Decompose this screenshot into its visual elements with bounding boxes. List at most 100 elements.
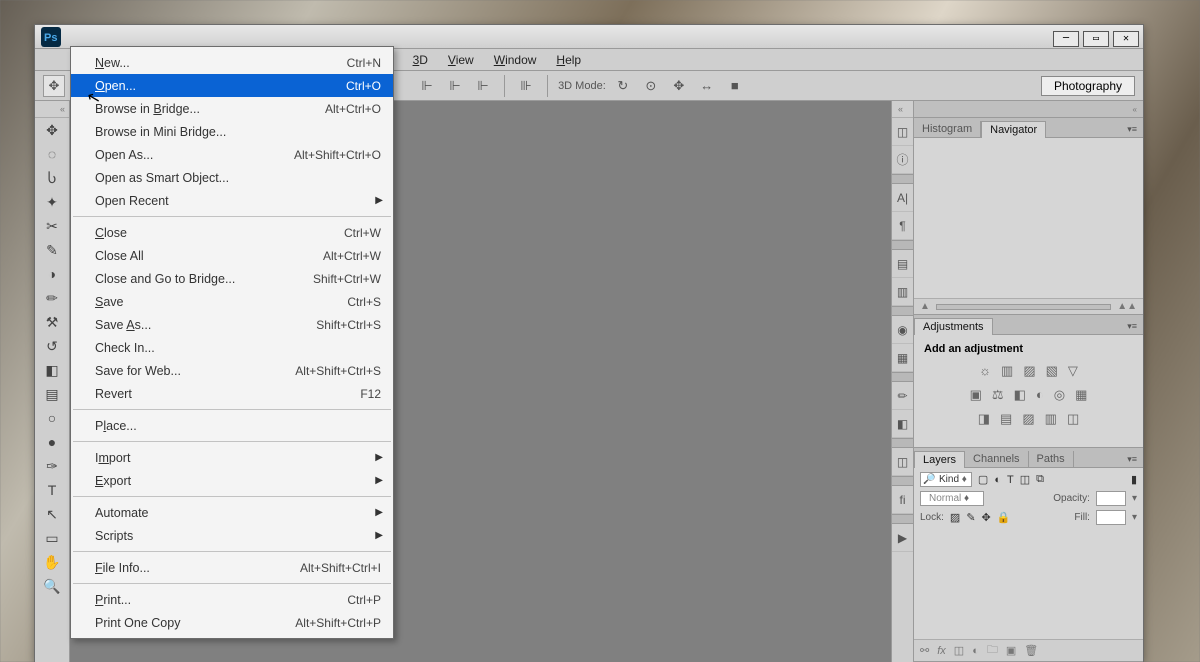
tab-layers[interactable]: Layers	[914, 451, 965, 468]
eyedropper-tool[interactable]: ✎	[35, 238, 69, 262]
file-menu-save[interactable]: SaveCtrl+S	[71, 290, 393, 313]
blur-tool[interactable]: ○	[35, 406, 69, 430]
strip-collapse-handle[interactable]: «	[892, 101, 913, 118]
file-menu-browse-in-mini-bridge[interactable]: Browse in Mini Bridge...	[71, 120, 393, 143]
layers-list[interactable]	[914, 526, 1143, 639]
hand-tool[interactable]: ✋	[35, 550, 69, 574]
dodge-tool[interactable]: ●	[35, 430, 69, 454]
strip-color-icon[interactable]: ◫	[892, 118, 913, 146]
minimize-button[interactable]: ─	[1053, 31, 1079, 47]
adj-poster-icon[interactable]: ▤	[1000, 411, 1012, 427]
blend-mode-select[interactable]: Normal ♦	[920, 491, 984, 506]
file-menu-revert[interactable]: RevertF12	[71, 382, 393, 405]
strip-parastyles-icon[interactable]: ▥	[892, 278, 913, 306]
file-menu-browse-in-bridge[interactable]: Browse in Bridge...Alt+Ctrl+O	[71, 97, 393, 120]
spot-heal-tool[interactable]: ◑	[35, 262, 69, 286]
file-menu-new[interactable]: New...Ctrl+N	[71, 51, 393, 74]
lasso-tool[interactable]: Ⴑ	[35, 166, 69, 190]
opacity-field[interactable]	[1096, 491, 1126, 506]
strip-swatches-icon[interactable]: ◉	[892, 316, 913, 344]
layer-fx-icon[interactable]: fx	[937, 645, 946, 657]
strip-fi-icon[interactable]: fi	[892, 486, 913, 514]
workspace-switcher[interactable]: Photography	[1041, 76, 1135, 96]
filter-type-icon[interactable]: T	[1007, 474, 1014, 486]
lock-position-icon[interactable]: ✥	[982, 511, 991, 524]
file-menu-open-recent[interactable]: Open Recent▶	[71, 189, 393, 212]
tab-navigator[interactable]: Navigator	[981, 121, 1046, 138]
adj-vibrance-icon[interactable]: ▽	[1068, 363, 1078, 379]
lock-trans-icon[interactable]: ▨	[950, 511, 960, 524]
strip-character-icon[interactable]: A|	[892, 184, 913, 212]
adj-invert-icon[interactable]: ◨	[978, 411, 990, 427]
file-menu-open[interactable]: Open...Ctrl+O	[71, 74, 393, 97]
tools-collapse-handle[interactable]: «	[35, 101, 69, 118]
delete-layer-icon[interactable]: 🗑	[1024, 644, 1038, 657]
distribute-4-icon[interactable]: ⊩	[416, 75, 438, 97]
move-tool[interactable]: ✥	[35, 118, 69, 142]
strip-styles-icon[interactable]: ▦	[892, 344, 913, 372]
link-layers-icon[interactable]: ⚯	[920, 644, 929, 657]
file-menu-save-for-web[interactable]: Save for Web...Alt+Shift+Ctrl+S	[71, 359, 393, 382]
file-menu-open-as-smart-object[interactable]: Open as Smart Object...	[71, 166, 393, 189]
strip-actions-icon[interactable]: ▶	[892, 524, 913, 552]
new-group-icon[interactable]: 🗀	[987, 641, 998, 660]
adj-exposure-icon[interactable]: ▧	[1046, 363, 1058, 379]
adj-gradmap-icon[interactable]: ▥	[1045, 411, 1057, 427]
zoom-tool[interactable]: 🔍	[35, 574, 69, 598]
history-brush-tool[interactable]: ↺	[35, 334, 69, 358]
tab-histogram[interactable]: Histogram	[914, 121, 981, 137]
file-menu-import[interactable]: Import▶	[71, 446, 393, 469]
adj-hue-icon[interactable]: ▣	[970, 387, 982, 403]
type-tool[interactable]: T	[35, 478, 69, 502]
tab-channels[interactable]: Channels	[965, 451, 1028, 467]
adj-bw-icon[interactable]: ◧	[1014, 387, 1026, 403]
distribute-7-icon[interactable]: ⊪	[515, 75, 537, 97]
filter-adj-icon[interactable]: ◐	[994, 474, 1001, 486]
file-menu-close-all[interactable]: Close AllAlt+Ctrl+W	[71, 244, 393, 267]
eraser-tool[interactable]: ◧	[35, 358, 69, 382]
new-layer-icon[interactable]: ▣	[1006, 644, 1016, 657]
3d-pan-icon[interactable]: ✥	[668, 75, 690, 97]
adj-lut-icon[interactable]: ▦	[1075, 387, 1087, 403]
menu-window[interactable]: Window	[484, 51, 547, 69]
pen-tool[interactable]: ✑	[35, 454, 69, 478]
zoom-out-mtn-icon[interactable]: ▲	[920, 301, 930, 312]
3d-rotate-icon[interactable]: ↻	[612, 75, 634, 97]
layer-mask-icon[interactable]: ◫	[954, 644, 964, 657]
filter-shape-icon[interactable]: ◫	[1020, 473, 1030, 486]
file-menu-open-as[interactable]: Open As...Alt+Shift+Ctrl+O	[71, 143, 393, 166]
magic-wand-tool[interactable]: ✦	[35, 190, 69, 214]
file-menu-print-one-copy[interactable]: Print One CopyAlt+Shift+Ctrl+P	[71, 611, 393, 634]
menu-view[interactable]: View	[438, 51, 484, 69]
file-menu-check-in[interactable]: Check In...	[71, 336, 393, 359]
panel-menu-icon[interactable]: ▾≡	[1121, 319, 1143, 334]
zoom-slider[interactable]	[936, 304, 1111, 310]
file-menu-scripts[interactable]: Scripts▶	[71, 524, 393, 547]
filter-smart-icon[interactable]: ⧉	[1036, 473, 1044, 486]
strip-brush-icon[interactable]: ✏	[892, 382, 913, 410]
panel-menu-icon[interactable]: ▾≡	[1121, 122, 1143, 137]
file-menu-print[interactable]: Print...Ctrl+P	[71, 588, 393, 611]
layer-filter-kind[interactable]: Kind ♦	[920, 472, 972, 487]
path-select-tool[interactable]: ↖	[35, 502, 69, 526]
adj-thresh-icon[interactable]: ▨	[1022, 411, 1034, 427]
menu-help[interactable]: Help	[546, 51, 591, 69]
lock-all-icon[interactable]: 🔒	[997, 511, 1011, 524]
file-menu-export[interactable]: Export▶	[71, 469, 393, 492]
strip-clone-icon[interactable]: ◫	[892, 448, 913, 476]
distribute-6-icon[interactable]: ⊩	[472, 75, 494, 97]
file-menu-save-as[interactable]: Save As...Shift+Ctrl+S	[71, 313, 393, 336]
filter-pixel-icon[interactable]: ▢	[978, 473, 988, 486]
adj-curves-icon[interactable]: ▨	[1023, 363, 1035, 379]
adj-photo-icon[interactable]: ◐	[1036, 387, 1044, 403]
strip-info-icon[interactable]: ⓘ	[892, 146, 913, 174]
3d-slide-icon[interactable]: ↔	[696, 75, 718, 97]
panel-menu-icon[interactable]: ▾≡	[1121, 452, 1143, 467]
strip-brushpresets-icon[interactable]: ◧	[892, 410, 913, 438]
adj-levels-icon[interactable]: ▥	[1001, 363, 1013, 379]
tab-adjustments[interactable]: Adjustments	[914, 318, 993, 335]
marquee-tool[interactable]: ◌	[35, 142, 69, 166]
file-menu-close-and-go-to-bridge[interactable]: Close and Go to Bridge...Shift+Ctrl+W	[71, 267, 393, 290]
gradient-tool[interactable]: ▤	[35, 382, 69, 406]
file-menu-file-info[interactable]: File Info...Alt+Shift+Ctrl+I	[71, 556, 393, 579]
